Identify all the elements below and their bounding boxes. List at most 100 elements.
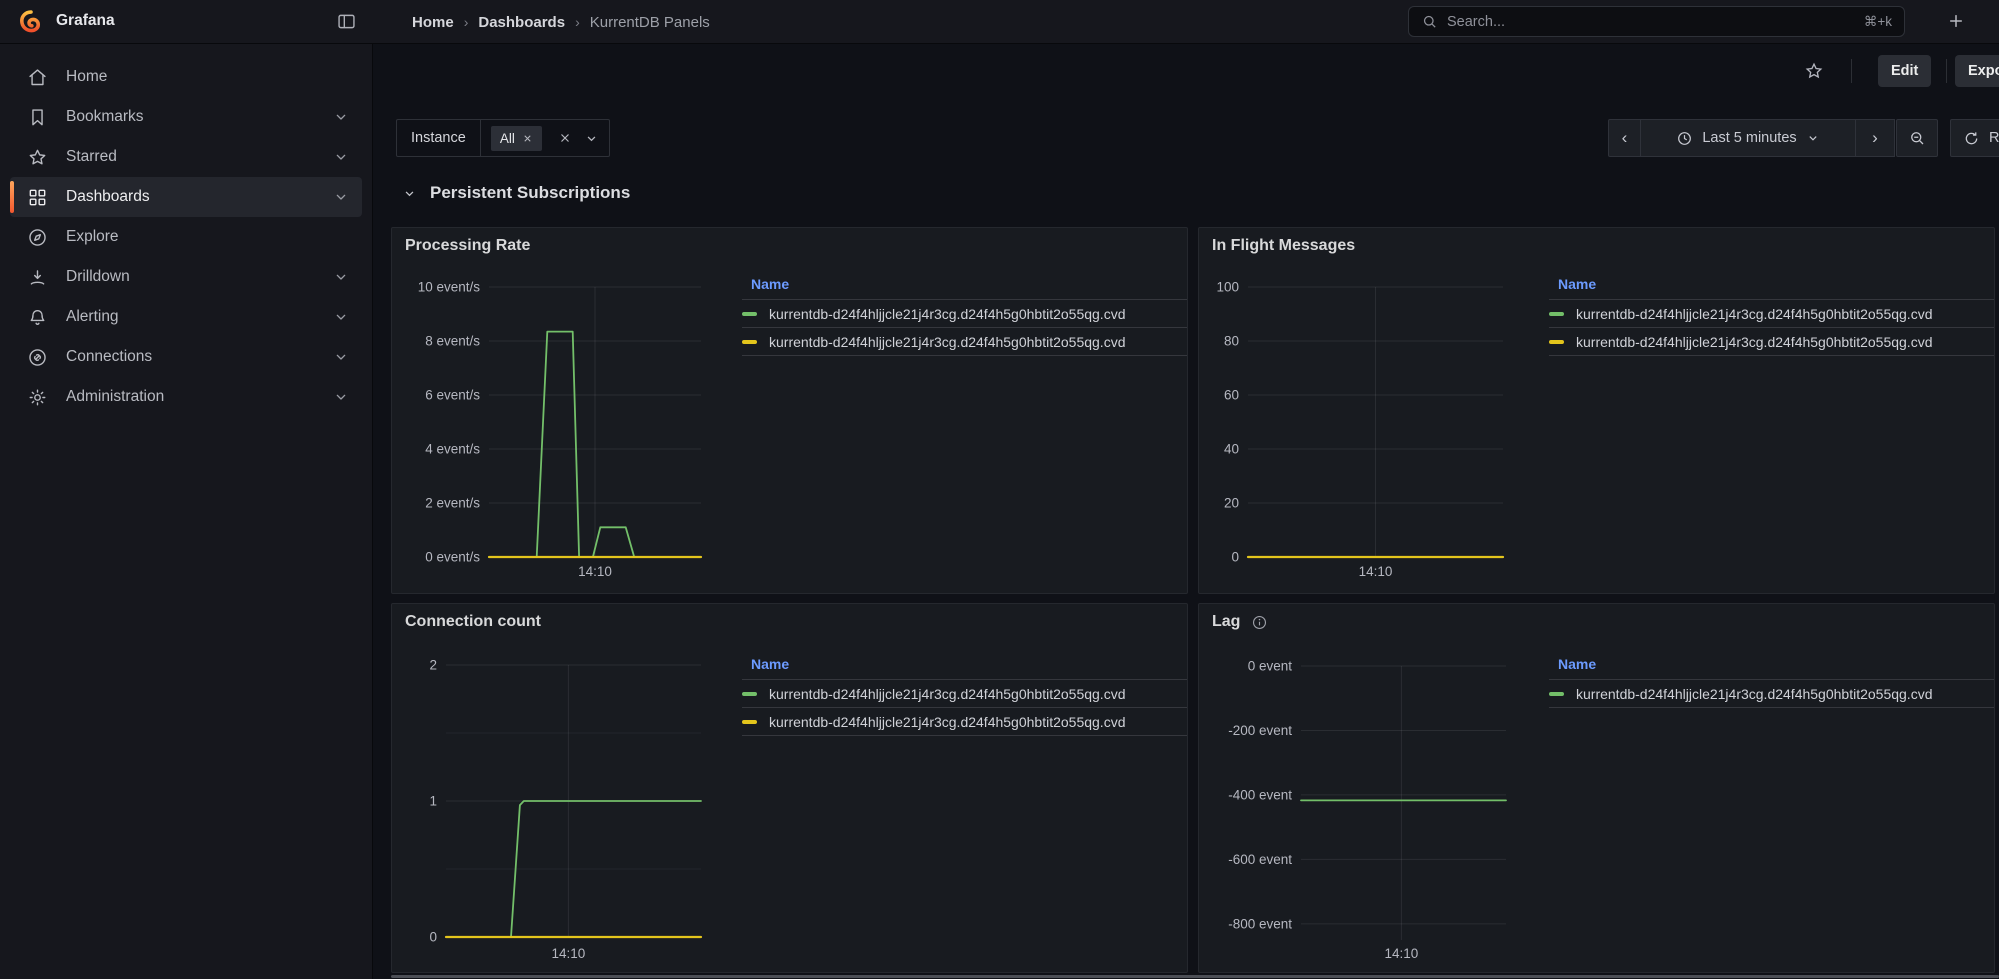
gear-icon xyxy=(27,387,48,408)
legend-item[interactable]: kurrentdb-d24f4hljjcle21j4r3cg.d24f4h5g0… xyxy=(742,679,1188,707)
svg-text:60: 60 xyxy=(1224,388,1239,403)
series-name: kurrentdb-d24f4hljjcle21j4r3cg.d24f4h5g0… xyxy=(769,334,1125,350)
legend-name-header[interactable]: Name xyxy=(742,276,1188,299)
svg-text:14:10: 14:10 xyxy=(578,564,612,579)
legend-item[interactable]: kurrentdb-d24f4hljjcle21j4r3cg.d24f4h5g0… xyxy=(1549,679,1995,707)
panel-lag: Lag 0 event-200 event-400 event-600 even… xyxy=(1198,603,1995,973)
sidebar-item-label: Administration xyxy=(66,388,164,406)
svg-text:14:10: 14:10 xyxy=(1385,946,1419,961)
svg-text:-400 event: -400 event xyxy=(1228,787,1292,802)
dock-sidebar-icon[interactable] xyxy=(336,11,357,32)
breadcrumb-kurrentdb-panels: KurrentDB Panels xyxy=(590,14,710,31)
legend-name-header[interactable]: Name xyxy=(1549,656,1995,679)
refresh-button[interactable]: Refresh xyxy=(1950,119,1999,157)
svg-text:100: 100 xyxy=(1216,280,1239,295)
filter-name-label[interactable]: Instance xyxy=(397,120,481,156)
svg-text:10 event/s: 10 event/s xyxy=(418,280,481,295)
svg-text:0 event: 0 event xyxy=(1248,659,1293,674)
time-range-forward-button[interactable]: › xyxy=(1855,119,1895,157)
legend: Name kurrentdb-d24f4hljjcle21j4r3cg.d24f… xyxy=(742,656,1188,736)
svg-text:6 event/s: 6 event/s xyxy=(425,388,480,403)
panel-processing-rate: Processing Rate 10 event/s8 event/s6 eve… xyxy=(391,227,1188,594)
grafana-logo[interactable] xyxy=(18,9,44,35)
legend-item[interactable]: kurrentdb-d24f4hljjcle21j4r3cg.d24f4h5g0… xyxy=(742,299,1188,327)
panel-header[interactable]: Connection count xyxy=(405,613,541,631)
breadcrumb-separator-icon: › xyxy=(464,14,469,30)
export-button[interactable]: Export xyxy=(1955,55,1999,87)
horizontal-scroll-indicator[interactable] xyxy=(391,975,1999,978)
panel-title: In Flight Messages xyxy=(1212,237,1355,255)
legend: Name kurrentdb-d24f4hljjcle21j4r3cg.d24f… xyxy=(742,276,1188,356)
series-color-swatch xyxy=(1549,692,1564,696)
legend-item[interactable]: kurrentdb-d24f4hljjcle21j4r3cg.d24f4h5g0… xyxy=(1549,299,1995,327)
chart-svg: 10 event/s8 event/s6 event/s4 event/s2 e… xyxy=(404,268,704,588)
info-icon[interactable] xyxy=(1251,614,1268,631)
legend-item[interactable]: kurrentdb-d24f4hljjcle21j4r3cg.d24f4h5g0… xyxy=(742,707,1188,735)
breadcrumb-dashboards[interactable]: Dashboards xyxy=(478,14,565,31)
time-series-chart[interactable]: 0 event-200 event-400 event-600 event-80… xyxy=(1211,644,1511,973)
time-range-picker[interactable]: Last 5 minutes xyxy=(1640,119,1856,157)
bell-icon xyxy=(27,307,48,328)
refresh-label: Refresh xyxy=(1989,130,1999,146)
series-color-swatch xyxy=(1549,312,1564,316)
sidebar-item-label: Alerting xyxy=(66,308,119,326)
svg-text:40: 40 xyxy=(1224,442,1239,457)
chevron-down-icon xyxy=(402,186,417,201)
sidebar-item-bookmarks[interactable]: Bookmarks xyxy=(10,97,362,137)
edit-button[interactable]: Edit xyxy=(1878,55,1931,87)
panel-header[interactable]: Lag xyxy=(1212,613,1268,631)
svg-text:0: 0 xyxy=(429,930,437,945)
chart-svg: 0 event-200 event-400 event-600 event-80… xyxy=(1211,644,1511,973)
svg-text:1: 1 xyxy=(429,794,437,809)
add-icon[interactable] xyxy=(1946,11,1966,31)
sidebar-item-label: Starred xyxy=(66,148,117,166)
svg-text:2: 2 xyxy=(429,658,437,673)
filter-value-chip[interactable]: All xyxy=(491,126,542,151)
svg-text:20: 20 xyxy=(1224,496,1239,511)
row-persistent-subscriptions[interactable]: Persistent Subscriptions xyxy=(402,183,630,203)
time-series-chart[interactable]: 10080604020014:10 xyxy=(1211,268,1511,588)
sidebar-item-connections[interactable]: Connections xyxy=(10,337,362,377)
sidebar-item-dashboards[interactable]: Dashboards xyxy=(10,177,362,217)
clock-icon xyxy=(1676,130,1693,147)
time-range-back-button[interactable]: ‹ xyxy=(1608,119,1641,157)
star-icon xyxy=(27,147,48,168)
svg-text:-800 event: -800 event xyxy=(1228,916,1292,931)
search-input[interactable]: Search... ⌘+k xyxy=(1408,6,1905,37)
legend-item[interactable]: kurrentdb-d24f4hljjcle21j4r3cg.d24f4h5g0… xyxy=(742,327,1188,355)
panel-title: Connection count xyxy=(405,613,541,631)
breadcrumb-home[interactable]: Home xyxy=(412,14,454,31)
sidebar-item-administration[interactable]: Administration xyxy=(10,377,362,417)
panel-header[interactable]: Processing Rate xyxy=(405,237,530,255)
filter-dropdown-icon[interactable] xyxy=(584,131,599,146)
series-color-swatch xyxy=(1549,340,1564,344)
legend-name-header[interactable]: Name xyxy=(742,656,1188,679)
series-name: kurrentdb-d24f4hljjcle21j4r3cg.d24f4h5g0… xyxy=(1576,306,1932,322)
remove-value-icon[interactable] xyxy=(522,133,533,144)
instance-filter: Instance All xyxy=(396,119,610,157)
svg-text:0: 0 xyxy=(1231,550,1239,565)
clear-filter-icon[interactable] xyxy=(558,131,572,145)
sidebar-item-explore[interactable]: Explore xyxy=(10,217,362,257)
star-dashboard-icon[interactable] xyxy=(1804,61,1824,81)
legend-name-header[interactable]: Name xyxy=(1549,276,1995,299)
plug-icon xyxy=(27,347,48,368)
sidebar-item-drilldown[interactable]: Drilldown xyxy=(10,257,362,297)
sidebar-item-starred[interactable]: Starred xyxy=(10,137,362,177)
panel-title: Lag xyxy=(1212,613,1240,631)
svg-text:14:10: 14:10 xyxy=(552,946,586,961)
search-shortcut: ⌘+k xyxy=(1864,14,1892,30)
chevron-down-icon xyxy=(333,189,349,205)
sidebar-item-alerting[interactable]: Alerting xyxy=(10,297,362,337)
sidebar-item-home[interactable]: Home xyxy=(10,57,362,97)
series-color-swatch xyxy=(742,692,757,696)
time-series-chart[interactable]: 2 1 0 14:10 xyxy=(404,644,704,973)
dashboard-content: Edit Export Instance All ‹ xyxy=(374,44,1999,979)
panel-header[interactable]: In Flight Messages xyxy=(1212,237,1355,255)
zoom-out-button[interactable] xyxy=(1896,119,1938,157)
series-color-swatch xyxy=(742,340,757,344)
legend-item[interactable]: kurrentdb-d24f4hljjcle21j4r3cg.d24f4h5g0… xyxy=(1549,327,1995,355)
legend: Name kurrentdb-d24f4hljjcle21j4r3cg.d24f… xyxy=(1549,276,1995,356)
time-series-chart[interactable]: 10 event/s8 event/s6 event/s4 event/s2 e… xyxy=(404,268,704,588)
sidebar-item-label: Dashboards xyxy=(66,188,150,206)
